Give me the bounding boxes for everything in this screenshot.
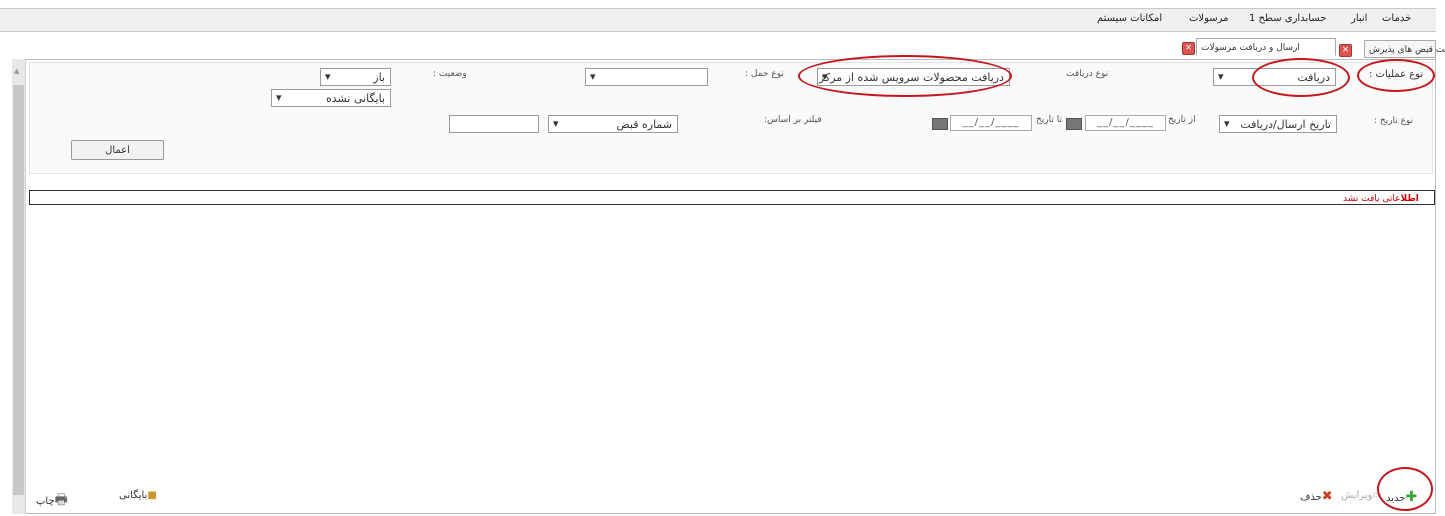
tab-label: ارسال و دریافت مرسولات [1201,43,1300,53]
print-label: چاپ [36,496,55,507]
status-value: باز [373,71,385,84]
archive-status-select[interactable]: بایگانی نشده ▾ [271,89,391,107]
apply-button[interactable]: اعمال [71,140,164,160]
annotation-circle [1357,59,1435,92]
date-type-label: نوع تاریخ : [1374,116,1414,126]
calendar-icon[interactable] [1066,118,1082,130]
to-date-label: تا تاریخ [1036,115,1063,125]
annotation-circle [798,55,1012,97]
delete-label: حذف [1300,492,1322,503]
menu-warehouse[interactable]: انبار [1351,13,1367,24]
from-date-label: از تاریخ [1168,115,1196,125]
receive-type-label: نوع دریافت [1066,69,1109,79]
status-select[interactable]: باز ▾ [320,68,391,86]
filter-text-input[interactable] [449,115,539,133]
close-icon[interactable]: × [1182,42,1195,55]
chevron-down-icon: ▾ [590,70,596,83]
archive-status-value: بایگانی نشده [325,92,385,105]
delete-button[interactable]: ✖حذف [1300,489,1333,504]
status-label: وضعیت : [433,69,467,79]
filter-by-value: شماره قبض [616,118,672,131]
archive-icon: ■ [147,490,157,501]
date-type-value: تاریخ ارسال/دریافت [1240,118,1331,131]
transport-type-label: نوع حمل : [745,69,784,79]
chevron-down-icon: ▾ [325,70,331,83]
close-icon[interactable]: × [1339,44,1352,57]
edit-button[interactable]: ▭ویرایش [1341,490,1382,501]
results-grid [29,190,1435,205]
chevron-down-icon: ▾ [553,117,559,130]
tab-receipt-list[interactable]: لیست قبض های پذیرش [1364,40,1445,58]
menu-shipments[interactable]: مرسولات [1189,13,1229,24]
from-date-input[interactable]: __/__/____ [1085,115,1166,131]
annotation-circle [1252,58,1350,97]
scrollbar-thumb[interactable] [13,85,24,495]
no-data-message-bold: اطلا [1400,194,1419,204]
annotation-circle [1377,467,1433,511]
top-menu-bar: خدمات انبار حسابداری سطح 1 مرسولات امکان… [0,8,1436,32]
menu-services[interactable]: خدمات [1382,13,1411,24]
date-type-select[interactable]: تاریخ ارسال/دریافت ▾ [1219,115,1337,133]
x-delete-icon: ✖ [1321,489,1333,504]
transport-type-select[interactable]: ▾ [585,68,708,86]
menu-accounting[interactable]: حسابداری سطح 1 [1249,13,1326,24]
filter-by-label: فیلتر بر اساس: [764,115,822,125]
no-data-message: اطلاعاتی یافت نشد [1343,194,1419,204]
archive-button[interactable]: ■بایگانی [119,490,157,501]
print-button[interactable]: 🖶چاپ [36,489,68,513]
chevron-down-icon: ▾ [276,91,282,104]
edit-label: ویرایش [1341,490,1373,501]
chevron-down-icon: ▾ [1218,70,1224,83]
no-data-message-text: عاتی یافت نشد [1343,194,1401,204]
archive-label: بایگانی [119,490,148,501]
to-date-input[interactable]: __/__/____ [950,115,1032,131]
tab-label: لیست قبض های پذیرش [1369,45,1445,55]
tab-send-receive-shipments[interactable]: ارسال و دریافت مرسولات [1196,38,1336,56]
filter-by-select[interactable]: شماره قبض ▾ [548,115,678,133]
chevron-down-icon: ▾ [1224,117,1230,130]
menu-system-features[interactable]: امکانات سیستم [1097,13,1162,24]
scroll-up-icon[interactable]: ▲ [14,67,19,75]
printer-icon: 🖶 [54,492,68,508]
calendar-icon[interactable] [932,118,948,130]
